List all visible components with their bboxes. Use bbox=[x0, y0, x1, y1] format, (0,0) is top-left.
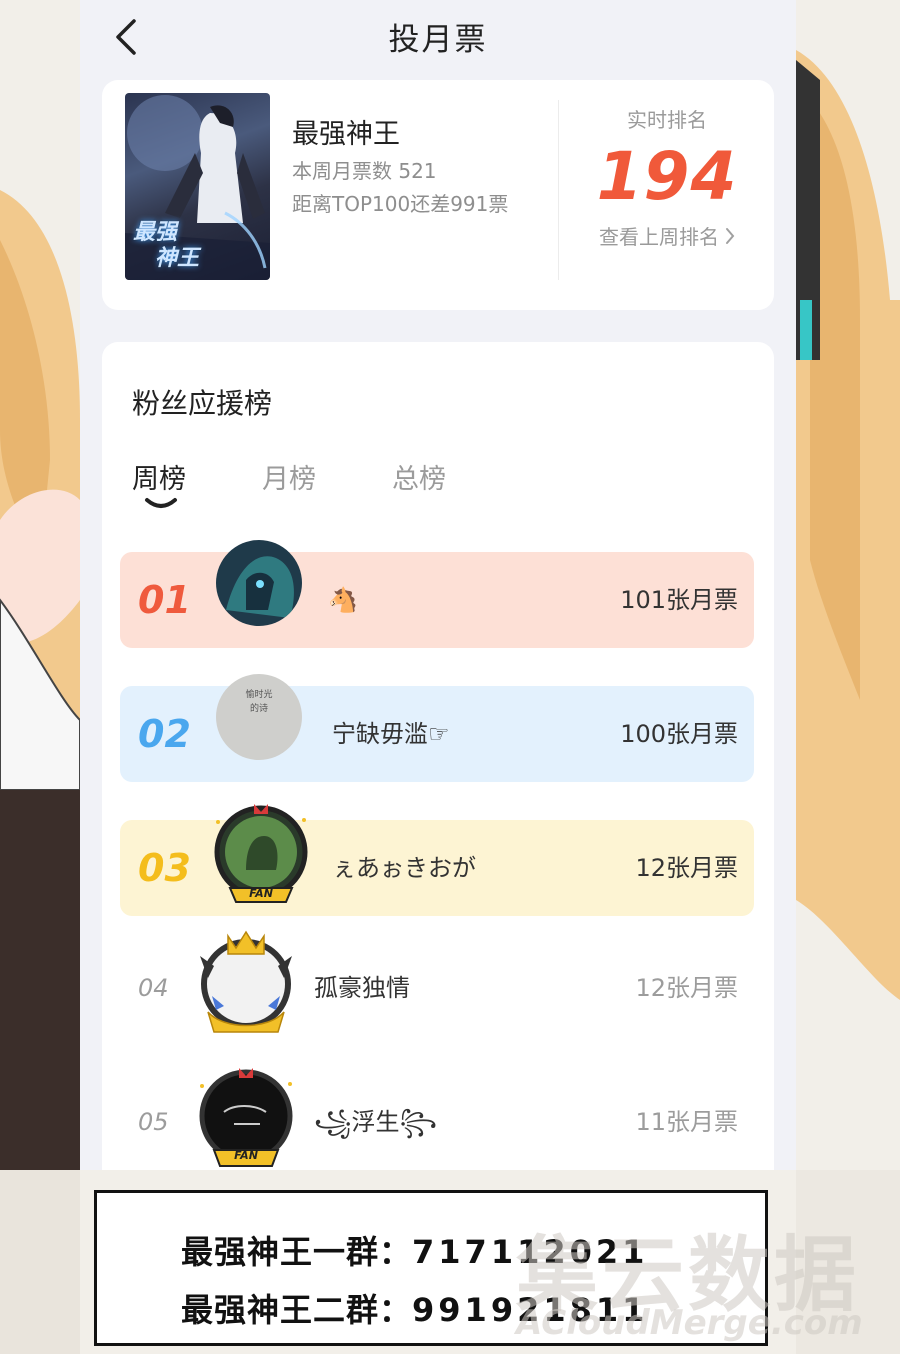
tab-indicator bbox=[145, 498, 177, 508]
phone-screen: 投月票 最强 神王 最强神王 本周月票数 521 距离TOP100还差991票 bbox=[80, 0, 796, 1170]
gap-to-top: 距离TOP100还差991票 bbox=[292, 192, 509, 216]
fan-row-5[interactable]: 05 FAN ꧁浮生꧂ 11张月票 bbox=[120, 1068, 754, 1170]
fan-row-4[interactable]: 04 孤豪独情 12张月票 bbox=[120, 930, 754, 1036]
rank-number: 02 bbox=[138, 712, 191, 756]
tab-total[interactable]: 总榜 bbox=[392, 457, 446, 496]
page-title: 投月票 bbox=[388, 22, 488, 58]
rank-value: 194 bbox=[596, 138, 738, 215]
book-card: 最强 神王 最强神王 本周月票数 521 距离TOP100还差991票 实时排名… bbox=[102, 80, 774, 310]
fan-votes: 12张月票 bbox=[635, 974, 738, 1002]
fan-name: 孤豪独情 bbox=[314, 974, 410, 1002]
avatar-fan-frame[interactable]: FAN bbox=[194, 1064, 298, 1170]
tab-monthly[interactable]: 月榜 bbox=[262, 457, 316, 496]
chevron-right-icon bbox=[726, 227, 735, 244]
cover-title: 最强 神王 bbox=[133, 220, 200, 271]
rank-number: 03 bbox=[138, 846, 191, 890]
fan-votes: 101张月票 bbox=[620, 586, 738, 614]
avatar-frame[interactable] bbox=[194, 926, 298, 1038]
fan-board-heading: 粉丝应援榜 bbox=[132, 387, 273, 420]
group-label: 最强神王二群： bbox=[181, 1291, 413, 1329]
avatar-image bbox=[216, 540, 302, 626]
fan-name: 宁缺毋滥☞ bbox=[332, 720, 450, 748]
rank-number: 01 bbox=[138, 578, 191, 622]
watermark-en: ACloudMerge.com bbox=[516, 1303, 863, 1343]
rank-label: 实时排名 bbox=[627, 108, 707, 132]
fan-row-2[interactable]: 02 愉时光的诗 宁缺毋滥☞ 100张月票 bbox=[120, 674, 754, 782]
fan-name: ꧁浮生꧂ bbox=[314, 1108, 437, 1136]
avatar-crown-frame bbox=[200, 930, 292, 1033]
tab-weekly[interactable]: 周榜 bbox=[132, 457, 186, 496]
fan-name: ぇあぉきおが bbox=[332, 854, 476, 882]
fan-votes: 100张月票 bbox=[620, 720, 738, 748]
fan-badge-label: FAN bbox=[249, 887, 273, 900]
divider bbox=[558, 100, 559, 280]
last-week-rank-label: 查看上周排名 bbox=[599, 225, 719, 249]
rank-number: 04 bbox=[138, 974, 169, 1002]
group-label: 最强神王一群： bbox=[181, 1233, 413, 1271]
fan-badge-label: FAN bbox=[234, 1149, 258, 1162]
book-title: 最强神王 bbox=[292, 119, 400, 150]
avatar-fan-frame[interactable]: FAN bbox=[210, 800, 312, 908]
fan-votes: 11张月票 bbox=[635, 1108, 738, 1136]
last-week-rank-link[interactable]: 查看上周排名 bbox=[599, 221, 735, 250]
weekly-votes: 本周月票数 521 bbox=[292, 159, 437, 183]
fan-board: 粉丝应援榜 周榜 月榜 总榜 01 🐴 101张月票 02 愉时光的诗 宁缺毋滥… bbox=[102, 342, 774, 1170]
fan-row-3[interactable]: 03 FAN ぇあぉきおが 12张月票 bbox=[120, 804, 754, 916]
avatar[interactable] bbox=[216, 540, 302, 626]
avatar-text: 愉时光的诗 bbox=[245, 690, 273, 714]
rank-box: 实时排名 194 查看上周排名 bbox=[560, 104, 774, 250]
fan-votes: 12张月票 bbox=[635, 854, 738, 882]
rank-number: 05 bbox=[138, 1108, 169, 1136]
book-cover[interactable]: 最强 神王 bbox=[125, 93, 270, 280]
fan-row-1[interactable]: 01 🐴 101张月票 bbox=[120, 540, 754, 648]
avatar[interactable]: 愉时光的诗 bbox=[216, 674, 302, 760]
fan-name: 🐴 bbox=[328, 586, 358, 614]
book-info: 最强神王 本周月票数 521 距离TOP100还差991票 bbox=[292, 115, 542, 221]
nav-bar: 投月票 bbox=[80, 0, 796, 76]
